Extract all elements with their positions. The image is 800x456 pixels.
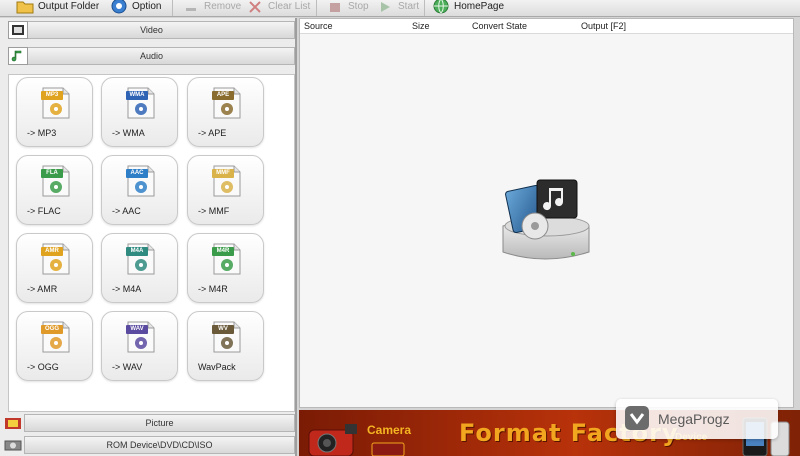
remove-label: Remove	[204, 0, 242, 12]
camera-small-icon	[371, 442, 405, 456]
disc-icon	[2, 436, 24, 454]
format-tag: WV	[218, 326, 228, 332]
format-file-icon: WMA	[124, 86, 158, 120]
column-size[interactable]: Size	[412, 21, 430, 31]
globe-icon	[432, 0, 450, 15]
rom-category-label: ROM Device\DVD\CD\ISO	[106, 440, 213, 450]
video-icon	[8, 21, 28, 39]
format-button-wv[interactable]: WV WavPack	[187, 311, 264, 381]
format-file-icon: WV	[210, 320, 244, 354]
picture-category-header[interactable]: Picture	[24, 414, 295, 432]
format-button-ape[interactable]: APE -> APE	[187, 77, 264, 147]
format-button-mp3[interactable]: MP3 -> MP3	[16, 77, 93, 147]
banner-camera-label: Camera	[367, 423, 412, 437]
output-folder-label: Output Folder	[38, 0, 100, 12]
format-label: -> AMR	[27, 284, 58, 294]
video-category-header[interactable]: Video	[8, 21, 295, 39]
format-tag: MP3	[45, 92, 59, 98]
output-folder-button[interactable]: Output Folder	[16, 0, 99, 16]
format-label: -> M4A	[112, 284, 142, 294]
audio-icon	[8, 47, 28, 65]
format-button-aac[interactable]: AAC -> AAC	[101, 155, 178, 225]
format-label: -> OGG	[27, 362, 59, 372]
format-file-icon: AMR	[39, 242, 73, 276]
watermark: MegaProgz	[616, 399, 778, 439]
format-button-fla[interactable]: FLA -> FLAC	[16, 155, 93, 225]
format-file-icon: M4R	[210, 242, 244, 276]
format-factory-logo	[495, 174, 595, 269]
format-tag: AMR	[45, 248, 59, 254]
format-label: -> MMF	[198, 206, 230, 216]
format-file-icon: APE	[210, 86, 244, 120]
clear-list-label: Clear List	[268, 0, 311, 12]
format-tag: M4R	[216, 248, 230, 254]
format-button-m4r[interactable]: M4R -> M4R	[187, 233, 264, 303]
watermark-text: MegaProgz	[658, 411, 730, 427]
picture-category-label: Picture	[145, 418, 174, 428]
clear-list-button[interactable]: Clear List	[246, 0, 310, 16]
format-tag: WAV	[130, 326, 144, 332]
format-tag: WMA	[129, 92, 145, 98]
format-button-wav[interactable]: WAV -> WAV	[101, 311, 178, 381]
format-label: -> M4R	[198, 284, 228, 294]
task-list-panel[interactable]: Source Size Convert State Output [F2]	[299, 18, 794, 408]
format-button-ogg[interactable]: OGG -> OGG	[16, 311, 93, 381]
option-label: Option	[132, 0, 162, 12]
clear-icon	[246, 0, 264, 15]
option-button[interactable]: Option	[110, 0, 161, 16]
format-button-amr[interactable]: AMR -> AMR	[16, 233, 93, 303]
stop-button[interactable]: Stop	[326, 0, 369, 16]
homepage-button[interactable]: HomePage	[432, 0, 504, 16]
format-file-icon: MMF	[210, 164, 244, 198]
format-label: -> FLAC	[27, 206, 61, 216]
format-file-icon: OGG	[39, 320, 73, 354]
format-tag: OGG	[44, 326, 59, 332]
audio-category-header[interactable]: Audio	[8, 47, 295, 65]
gear-icon	[110, 0, 128, 15]
stop-icon	[326, 0, 344, 15]
format-label: -> MP3	[27, 128, 57, 138]
format-tag: M4A	[130, 248, 144, 254]
task-list-header: Source Size Convert State Output [F2]	[300, 19, 793, 34]
format-file-icon: AAC	[124, 164, 158, 198]
format-file-icon: WAV	[124, 320, 158, 354]
column-output[interactable]: Output [F2]	[581, 21, 626, 31]
picture-icon	[2, 414, 24, 432]
audio-category-label: Audio	[139, 51, 164, 61]
format-label: -> WMA	[112, 128, 145, 138]
homepage-label: HomePage	[454, 0, 505, 12]
format-label: -> APE	[198, 128, 227, 138]
remove-button[interactable]: Remove	[182, 0, 241, 16]
format-button-wma[interactable]: WMA -> WMA	[101, 77, 178, 147]
format-label: -> AAC	[112, 206, 141, 216]
start-button[interactable]: Start	[376, 0, 419, 16]
column-convert-state[interactable]: Convert State	[472, 21, 527, 31]
rom-category-header[interactable]: ROM Device\DVD\CD\ISO	[24, 436, 295, 454]
format-button-m4a[interactable]: M4A -> M4A	[101, 233, 178, 303]
format-tag: APE	[216, 92, 230, 98]
start-icon	[376, 0, 394, 15]
column-source[interactable]: Source	[304, 21, 333, 31]
format-label: -> WAV	[112, 362, 143, 372]
folder-icon	[16, 0, 34, 15]
stop-label: Stop	[348, 0, 369, 12]
toolbar: Output Folder Option Remove Clear List S…	[0, 0, 800, 17]
format-file-icon: FLA	[39, 164, 73, 198]
category-panel: Video Audio MP3 -> MP3 WMA -> WMA APE -> APE F…	[0, 18, 297, 456]
format-file-icon: MP3	[39, 86, 73, 120]
format-file-icon: M4A	[124, 242, 158, 276]
format-tag: MMF	[216, 170, 230, 176]
start-label: Start	[398, 0, 420, 12]
format-tag: FLA	[46, 170, 58, 176]
audio-format-grid: MP3 -> MP3 WMA -> WMA APE -> APE FLA -> FLAC AAC…	[8, 74, 295, 412]
format-tag: AAC	[130, 170, 144, 176]
camera-icon	[305, 422, 361, 456]
format-label: WavPack	[198, 362, 236, 372]
format-button-mmf[interactable]: MMF -> MMF	[187, 155, 264, 225]
watermark-logo-icon	[624, 405, 650, 434]
minus-icon	[182, 0, 200, 15]
video-category-label: Video	[140, 25, 163, 35]
